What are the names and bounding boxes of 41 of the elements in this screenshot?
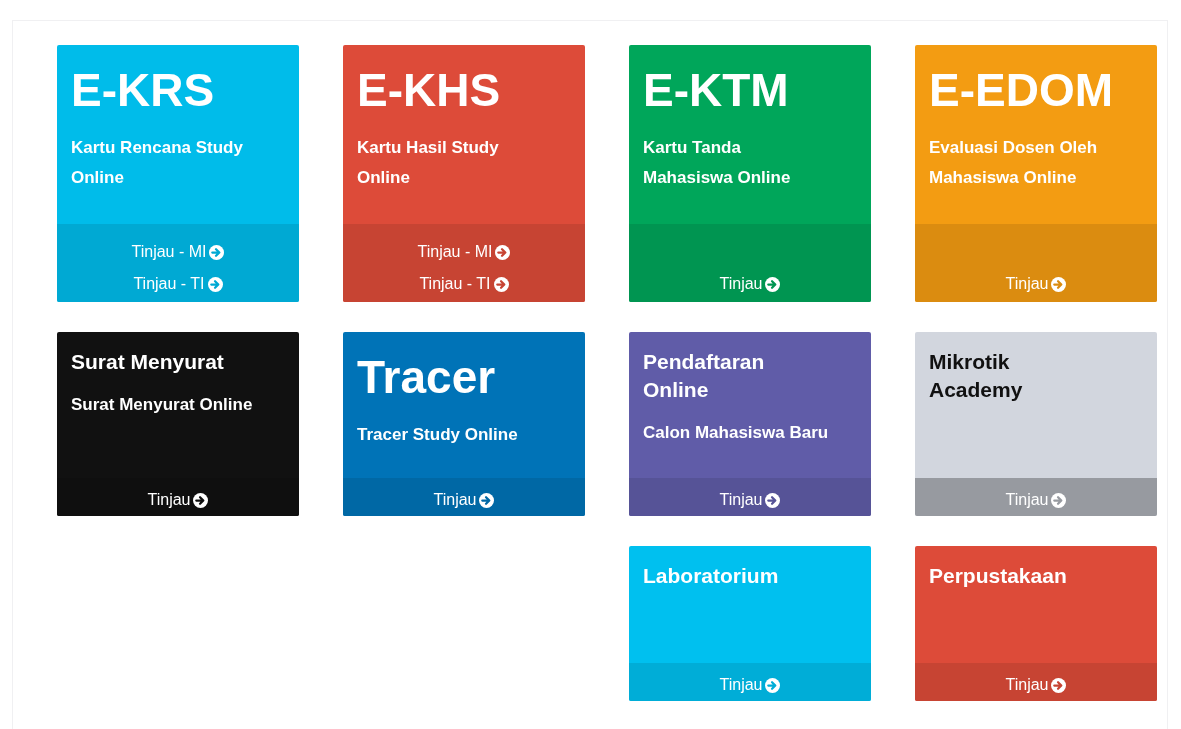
arrow-circle-icon (1051, 276, 1067, 292)
card-title: Mikrotik Academy (929, 349, 1024, 403)
view-link[interactable]: Tinjau (433, 490, 495, 510)
card-title: E-KHS (357, 63, 502, 118)
card-subtitle: Evaluasi Dosen Oleh Mahasiswa Online (929, 137, 1099, 189)
view-link[interactable]: Tinjau - TI (419, 274, 509, 294)
card-subtitle: Surat Menyurat Online (71, 394, 254, 416)
view-link[interactable]: Tinjau (719, 274, 781, 294)
card-title: E-KTM (643, 63, 790, 118)
arrow-circle-icon (193, 492, 209, 508)
arrow-circle-icon (765, 276, 781, 292)
card-title: Surat Menyurat (71, 349, 225, 375)
arrow-circle-icon (493, 276, 509, 292)
view-link[interactable]: Tinjau - MI (131, 242, 225, 262)
card-title: E-KRS (71, 63, 216, 118)
card-subtitle: Calon Mahasiswa Baru (643, 422, 830, 444)
view-link[interactable]: Tinjau (1005, 675, 1067, 695)
view-link[interactable]: Tinjau (147, 490, 209, 510)
view-link[interactable]: Tinjau - TI (133, 274, 223, 294)
arrow-circle-icon (1051, 492, 1067, 508)
card-title: E-EDOM (929, 63, 1114, 118)
arrow-circle-icon (765, 492, 781, 508)
view-link[interactable]: Tinjau - MI (417, 242, 511, 262)
card-title: Laboratorium (643, 563, 780, 589)
arrow-circle-icon (765, 677, 781, 693)
card-title: Tracer (357, 350, 497, 405)
view-link[interactable]: Tinjau (719, 675, 781, 695)
view-link[interactable]: Tinjau (719, 490, 781, 510)
card-subtitle: Tracer Study Online (357, 424, 519, 446)
arrow-circle-icon (207, 276, 223, 292)
arrow-circle-icon (1051, 677, 1067, 693)
view-link[interactable]: Tinjau (1005, 274, 1067, 294)
arrow-circle-icon (479, 492, 495, 508)
view-link[interactable]: Tinjau (1005, 490, 1067, 510)
card-title: Pendaftaran Online (643, 349, 766, 403)
card-subtitle: Kartu Tanda Mahasiswa Online (643, 137, 792, 189)
arrow-circle-icon (209, 244, 225, 260)
card-title: Perpustakaan (929, 563, 1068, 589)
arrow-circle-icon (495, 244, 511, 260)
card-subtitle: Kartu Hasil Study Online (357, 137, 500, 189)
card-subtitle: Kartu Rencana Study Online (71, 137, 244, 189)
